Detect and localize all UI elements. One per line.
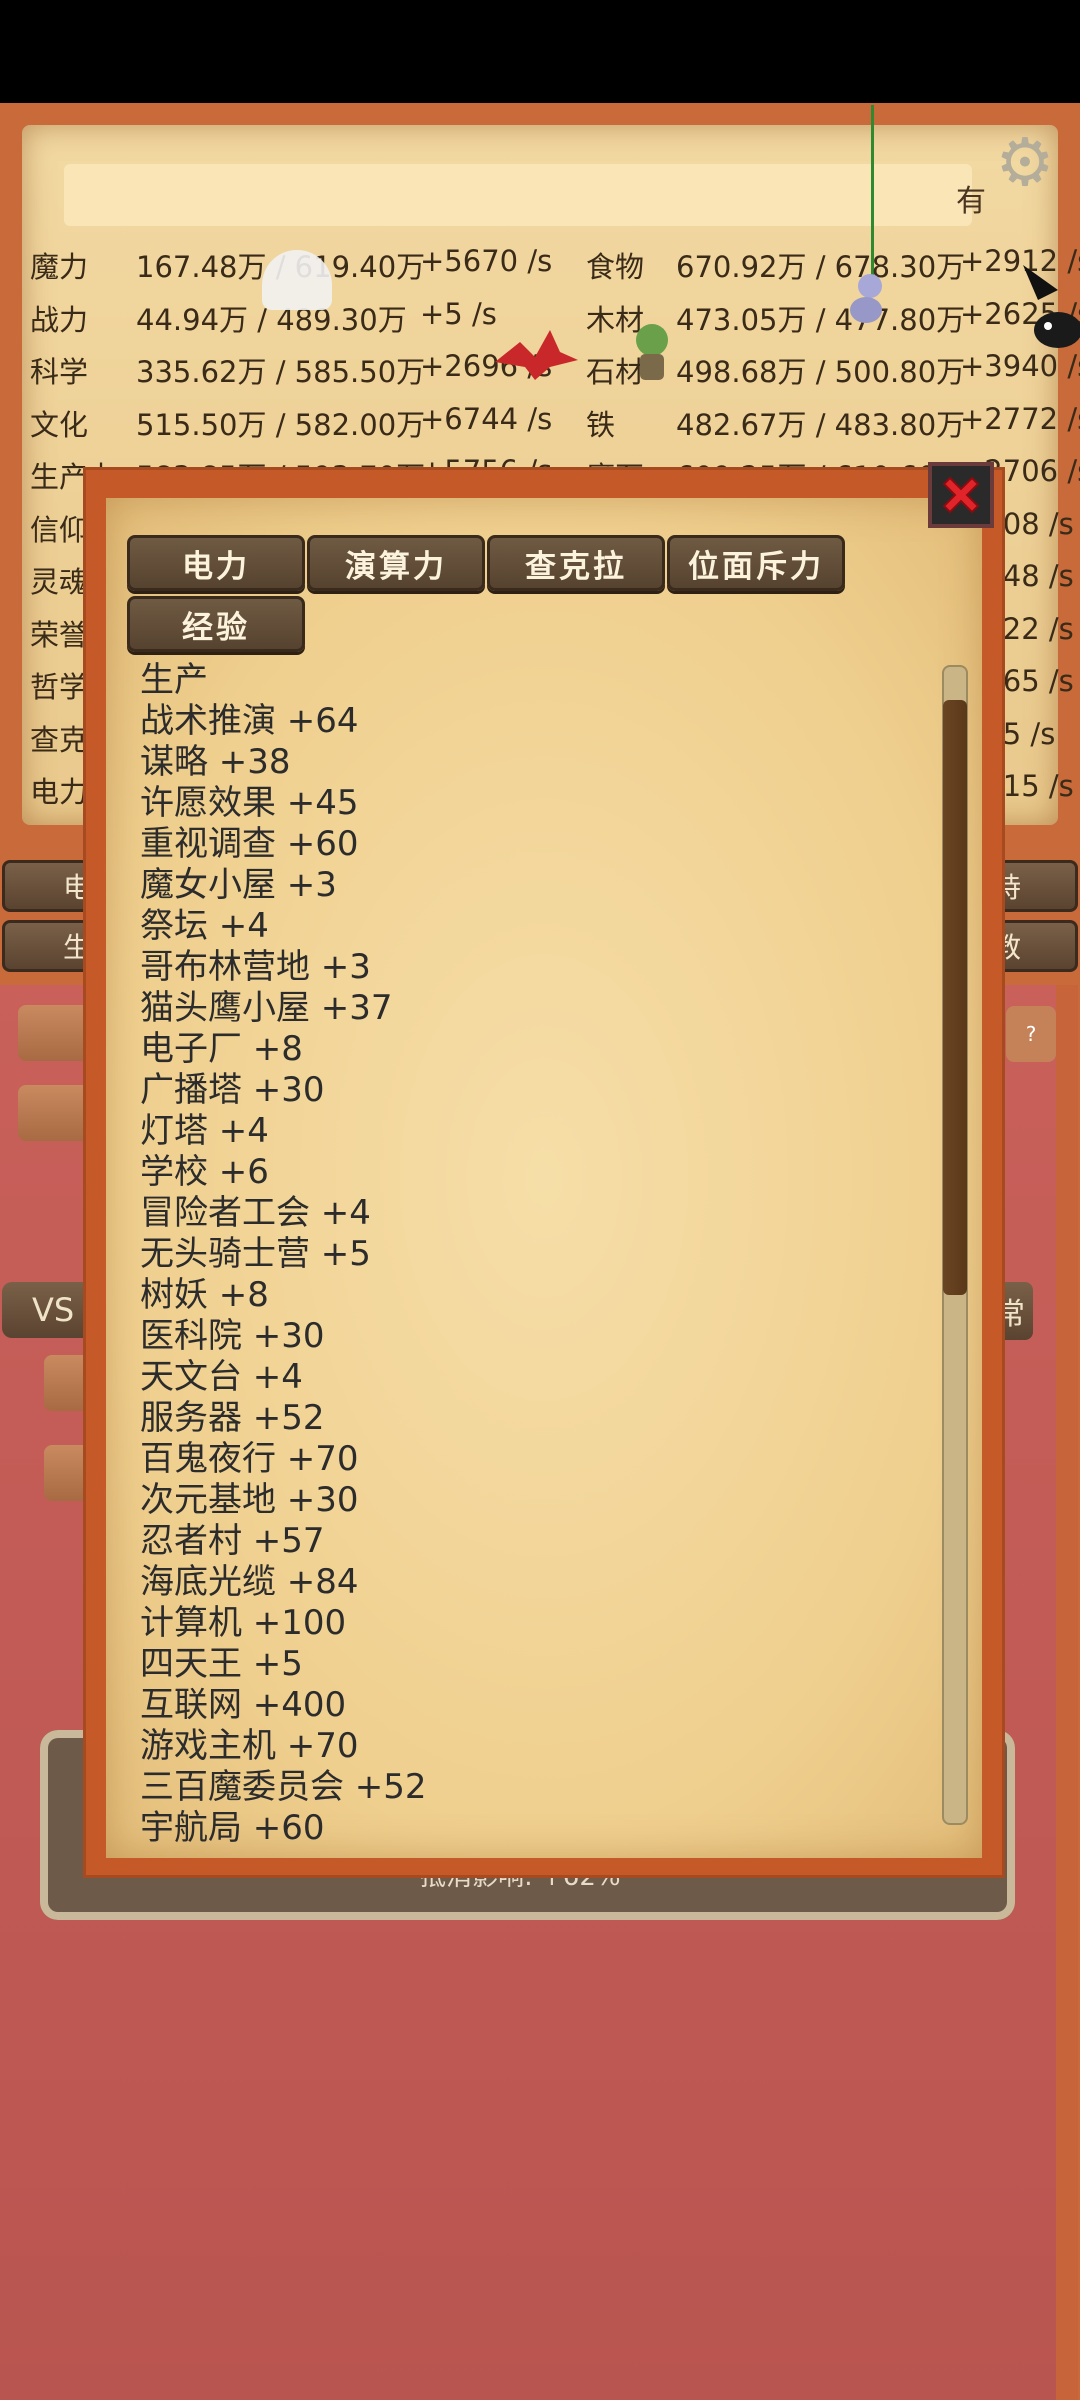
close-button[interactable]	[928, 462, 994, 528]
resource-name: 文化	[30, 407, 89, 442]
resource-rate: +5 /s	[420, 296, 497, 331]
tab-experience-label: 经验	[182, 609, 250, 646]
list-item: 魔女小屋 +3	[140, 865, 337, 905]
resource-name-2: 食物	[586, 250, 645, 284]
help-button[interactable]: ?	[1006, 1006, 1056, 1062]
scrollbar-thumb[interactable]	[943, 700, 967, 1295]
list-item: 许愿效果 +45	[140, 783, 359, 823]
list-item: 百鬼夜行 +70	[140, 1439, 359, 1479]
list-item: 树妖 +8	[140, 1275, 269, 1315]
tab-plane-repulsion-label: 位面斥力	[688, 548, 824, 585]
list-item: 四天王 +5	[140, 1644, 303, 1684]
search-bar[interactable]	[64, 164, 972, 226]
list-item: 三百魔委员会 +52	[140, 1767, 427, 1807]
vs-button-label: VS	[32, 1291, 75, 1329]
resource-name: 魔力	[30, 250, 89, 284]
resource-rate: +5670 /s	[420, 244, 553, 278]
resource-name: 科学	[30, 355, 89, 389]
close-icon	[942, 476, 980, 514]
list-item: 无头骑士营 +5	[140, 1234, 371, 1274]
resource-name: 战力	[30, 302, 89, 337]
resource-value: 515.50万 / 582.00万	[136, 407, 426, 442]
list-item: 冒险者工会 +4	[140, 1193, 371, 1233]
production-list[interactable]: 生产 战术推演 +64 谋略 +38 许愿效果 +45 重视调查 +60 魔女小屋 +3 祭…	[140, 660, 930, 1848]
list-item: 计算机 +100	[140, 1603, 347, 1643]
resource-name: 电力	[30, 775, 89, 809]
list-item: 祭坛 +4	[140, 906, 269, 946]
resource-name: 荣誉	[30, 617, 89, 652]
resource-name: 信仰	[30, 512, 89, 547]
list-item: 天文台 +4	[140, 1357, 303, 1397]
monkey-sprite	[850, 274, 882, 323]
gear-icon[interactable]: ⚙	[990, 128, 1060, 198]
resource-name: 哲学	[30, 670, 89, 704]
tab-plane-repulsion[interactable]: 位面斥力	[667, 535, 845, 591]
tab-chakra-label: 查克拉	[525, 548, 627, 585]
resource-rate-2: +3940 /s	[960, 349, 1080, 383]
resource-value-2: 473.05万 / 477.80万	[676, 302, 966, 337]
list-item: 服务器 +52	[140, 1398, 325, 1438]
tab-power-label: 电力	[182, 548, 250, 585]
crow-sprite	[1023, 265, 1080, 348]
list-item: 谋略 +38	[140, 742, 291, 782]
list-item: 电子厂 +8	[140, 1029, 303, 1069]
search-bar-text: 有	[956, 184, 986, 219]
wood-tab-4[interactable]	[44, 1445, 90, 1501]
list-item: 互联网 +400	[140, 1685, 347, 1725]
resource-row: 文化 515.50万 / 582.00万 +6744 /s 铁 482.67万 / 48…	[0, 394, 1080, 446]
tab-chakra[interactable]: 查克拉	[487, 535, 665, 591]
tab-power[interactable]: 电力	[127, 535, 305, 591]
list-item: 海底光缆 +84	[140, 1562, 359, 1602]
resource-value-2: 670.92万 / 678.30万	[676, 250, 966, 284]
list-item: 医科院 +30	[140, 1316, 325, 1356]
list-header: 生产	[140, 660, 208, 700]
list-item: 重视调查 +60	[140, 824, 359, 864]
right-border	[1056, 985, 1078, 2400]
resource-value-2: 482.67万 / 483.80万	[676, 407, 966, 442]
list-item: 学校 +6	[140, 1152, 269, 1192]
resource-rate-2: +2772 /s	[960, 401, 1080, 436]
resource-value: 335.62万 / 585.50万	[136, 355, 426, 389]
list-item: 忍者村 +57	[140, 1521, 325, 1561]
status-bar	[0, 0, 1080, 105]
list-item: 广播塔 +30	[140, 1070, 325, 1110]
resource-value-2: 498.68万 / 500.80万	[676, 355, 966, 389]
list-item: 猫头鹰小屋 +37	[140, 988, 393, 1028]
list-item: 宇航局 +60	[140, 1808, 325, 1848]
resource-name: 灵魂	[30, 565, 89, 599]
list-item: 次元基地 +30	[140, 1480, 359, 1520]
tab-compute[interactable]: 演算力	[307, 535, 485, 591]
list-item: 游戏主机 +70	[140, 1726, 359, 1766]
resource-row: 魔力167.48万 / 619.40万+5670 /s食物670.92万 / 6…	[0, 236, 1080, 288]
tab-experience[interactable]: 经验	[127, 596, 305, 652]
goblin-sprite	[636, 324, 668, 380]
list-item: 哥布林营地 +3	[140, 947, 371, 987]
wood-tab-3[interactable]	[44, 1355, 90, 1411]
tab-compute-label: 演算力	[345, 548, 447, 585]
help-button-label: ?	[1025, 1022, 1037, 1046]
dragon-sprite	[495, 330, 578, 380]
list-item: 灯塔 +4	[140, 1111, 269, 1151]
resource-rate: +6744 /s	[420, 401, 553, 436]
resource-name-2: 铁	[586, 407, 616, 442]
list-item: 战术推演 +64	[140, 701, 359, 741]
